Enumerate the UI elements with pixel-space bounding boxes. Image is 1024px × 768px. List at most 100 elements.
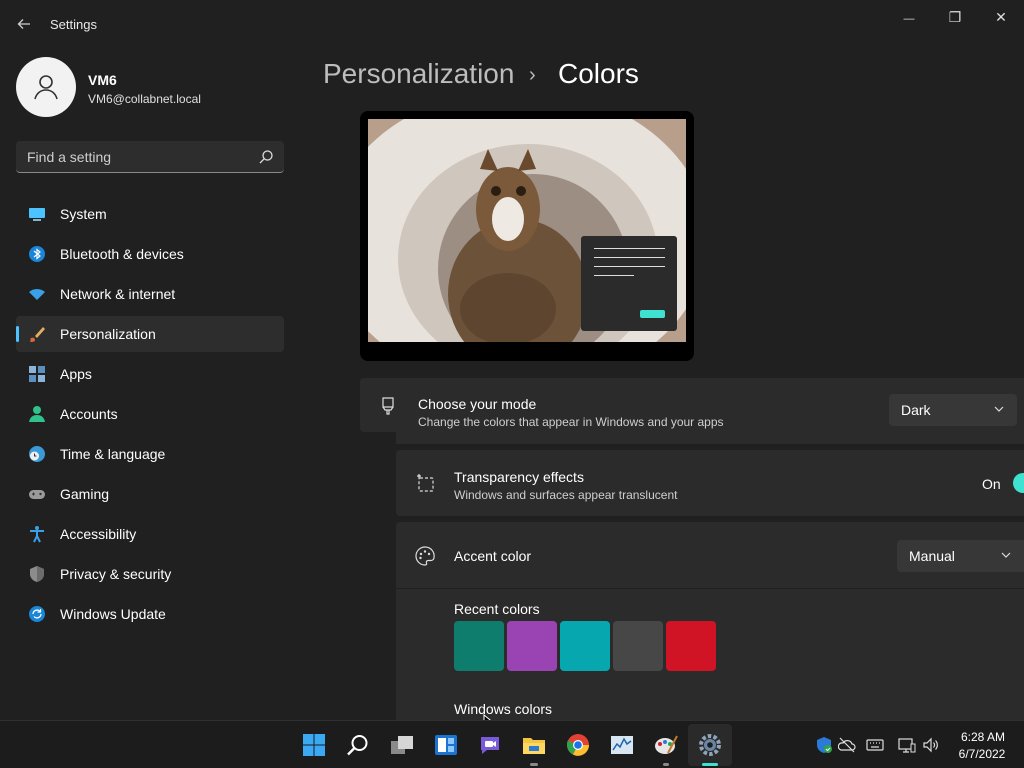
task-view-icon[interactable] <box>390 733 414 757</box>
sidebar-item-label: Personalization <box>60 326 156 342</box>
active-app-indicator <box>702 763 718 766</box>
running-indicator <box>530 763 538 766</box>
mode-subtitle: Change the colors that appear in Windows… <box>418 415 724 429</box>
breadcrumb-separator-icon: › <box>529 64 536 86</box>
recent-colors-label: Recent colors <box>454 601 540 617</box>
preview-text-line <box>594 248 665 249</box>
back-button[interactable] <box>12 12 36 36</box>
paint-bucket-icon <box>382 397 394 415</box>
sidebar-item-apps[interactable]: Apps <box>16 356 284 392</box>
network-wired-icon[interactable] <box>898 736 916 754</box>
user-email: VM6@collabnet.local <box>88 92 201 106</box>
close-icon: ✕ <box>995 9 1007 25</box>
breadcrumb-parent[interactable]: Personalization <box>323 58 514 90</box>
sidebar-item-gaming[interactable]: Gaming <box>16 476 284 512</box>
accent-dropdown[interactable]: Manual <box>897 540 1024 572</box>
preview-dialog <box>581 236 677 331</box>
transparency-icon <box>417 474 434 492</box>
transparency-setting-card[interactable]: Transparency effects Windows and surface… <box>396 450 1024 516</box>
recent-color-swatch[interactable] <box>560 621 610 671</box>
start-icon[interactable] <box>302 733 326 757</box>
wifi-icon <box>29 289 45 300</box>
preview-text-line <box>594 257 665 258</box>
transparency-state-label: On <box>982 476 1001 492</box>
sidebar-item-privacy[interactable]: Privacy & security <box>16 556 284 592</box>
sidebar-item-label: Bluetooth & devices <box>60 246 184 262</box>
settings-taskbar-button[interactable] <box>688 724 732 766</box>
app-title: Settings <box>50 17 97 32</box>
transparency-title: Transparency effects <box>454 469 584 485</box>
accent-color-card[interactable]: Accent color Manual <box>396 522 1024 588</box>
close-button[interactable]: ✕ <box>981 6 1021 28</box>
keyboard-icon[interactable] <box>866 736 884 754</box>
update-icon <box>29 606 45 622</box>
sidebar-item-time-language[interactable]: Time & language <box>16 436 284 472</box>
recent-color-swatch[interactable] <box>613 621 663 671</box>
settings-icon <box>699 734 721 756</box>
bluetooth-icon <box>29 246 45 262</box>
sidebar-item-accessibility[interactable]: Accessibility <box>16 516 284 552</box>
accounts-icon <box>29 406 45 422</box>
sidebar-item-network[interactable]: Network & internet <box>16 276 284 312</box>
minimize-button[interactable]: — <box>889 6 929 28</box>
sidebar-item-label: Windows Update <box>60 606 166 622</box>
clock-globe-icon <box>29 446 45 462</box>
sidebar-item-label: Network & internet <box>60 286 176 302</box>
mode-title: Choose your mode <box>418 396 537 412</box>
recent-color-swatch[interactable] <box>454 621 504 671</box>
search-input[interactable]: Find a setting <box>16 141 284 173</box>
windows-colors-label: Windows colors <box>454 701 553 717</box>
recent-color-swatch[interactable] <box>666 621 716 671</box>
preview-button <box>640 310 665 318</box>
brush-icon <box>30 327 45 342</box>
accessibility-icon <box>30 526 44 543</box>
sidebar-item-bluetooth[interactable]: Bluetooth & devices <box>16 236 284 272</box>
file-explorer-icon[interactable] <box>522 733 546 757</box>
transparency-toggle[interactable] <box>1013 473 1024 493</box>
mode-setting-card[interactable]: Choose your mode Change the colors that … <box>360 378 1024 432</box>
sidebar-item-label: Privacy & security <box>60 566 172 582</box>
title-bar: Settings — ❐ ✕ <box>0 0 1024 48</box>
running-indicator <box>663 763 669 766</box>
clock-date[interactable]: 6/7/2022 <box>953 747 1011 761</box>
active-indicator <box>16 326 19 342</box>
mode-card-extension <box>396 432 1024 444</box>
widgets-icon[interactable] <box>434 733 458 757</box>
defender-shield-icon[interactable] <box>815 736 833 754</box>
back-arrow-icon <box>17 19 30 29</box>
sidebar-item-label: Accessibility <box>60 526 137 542</box>
chevron-down-icon <box>994 406 1004 412</box>
mode-dropdown-value: Dark <box>901 402 931 418</box>
teams-chat-icon[interactable] <box>478 733 502 757</box>
search-icon[interactable] <box>346 733 370 757</box>
onedrive-offline-icon[interactable] <box>838 736 856 754</box>
search-icon[interactable] <box>258 149 274 165</box>
avatar[interactable] <box>16 57 76 117</box>
sidebar-item-label: Apps <box>60 366 92 382</box>
accent-dropdown-value: Manual <box>909 548 955 564</box>
sidebar-item-label: System <box>60 206 107 222</box>
preview-text-line <box>594 275 634 276</box>
system-icon <box>29 208 45 221</box>
accent-title: Accent color <box>454 548 532 564</box>
mode-dropdown[interactable]: Dark <box>889 394 1017 426</box>
sidebar-item-windows-update[interactable]: Windows Update <box>16 596 284 632</box>
chrome-icon[interactable] <box>566 733 590 757</box>
page-title: Colors <box>558 58 639 89</box>
sidebar-item-accounts[interactable]: Accounts <box>16 396 284 432</box>
minimize-icon: — <box>903 13 915 25</box>
shield-icon <box>30 566 44 582</box>
volume-icon[interactable] <box>922 736 940 754</box>
maximize-button[interactable]: ❐ <box>935 6 975 28</box>
palette-icon <box>415 546 435 566</box>
resource-monitor-icon[interactable] <box>610 733 634 757</box>
taskbar: 6:28 AM 6/7/2022 <box>0 720 1024 768</box>
person-icon <box>34 75 58 100</box>
recent-color-swatch[interactable] <box>507 621 557 671</box>
sidebar-item-personalization[interactable]: Personalization <box>16 316 284 352</box>
search-placeholder: Find a setting <box>27 149 112 165</box>
user-name: VM6 <box>88 72 117 88</box>
clock-time[interactable]: 6:28 AM <box>958 730 1008 744</box>
paint-icon[interactable] <box>654 733 678 757</box>
sidebar-item-system[interactable]: System <box>16 196 284 232</box>
